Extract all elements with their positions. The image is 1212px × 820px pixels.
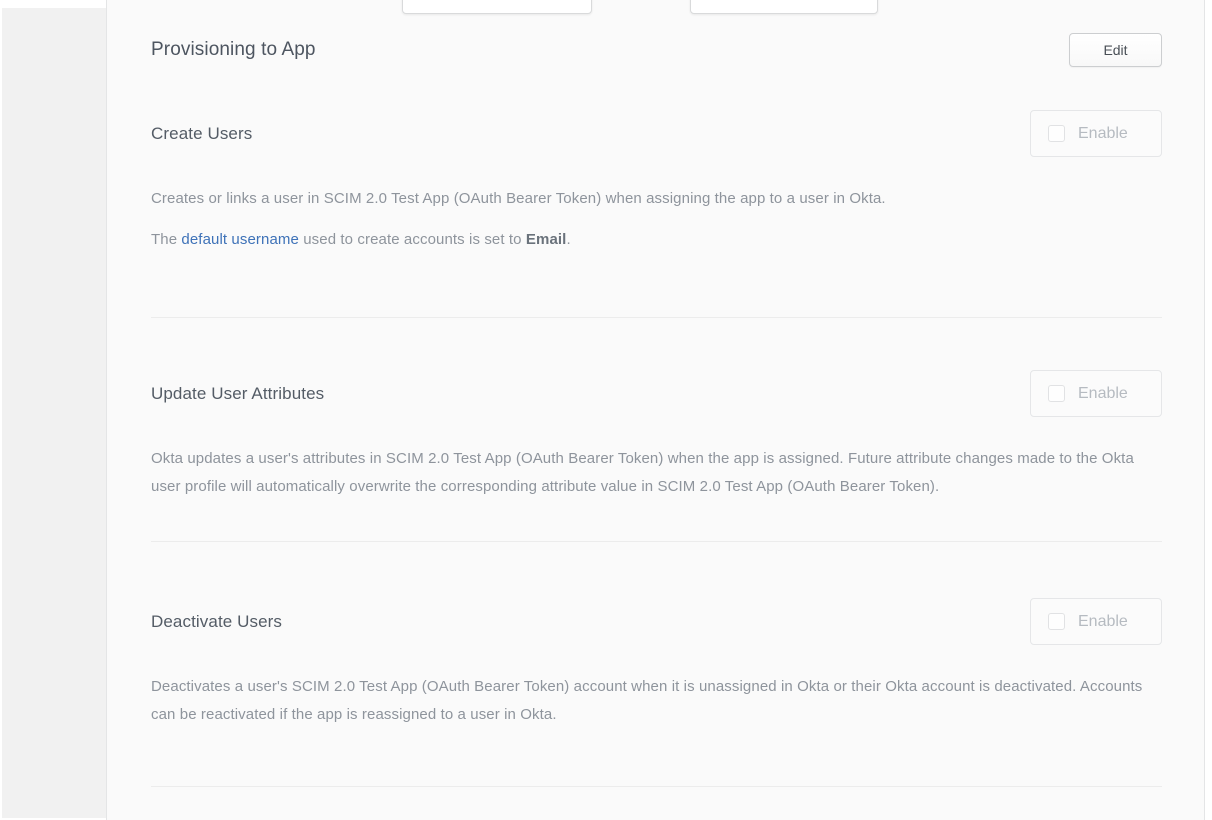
- deactivate-users-enable-checkbox[interactable]: [1048, 613, 1065, 630]
- deactivate-users-description: Deactivates a user's SCIM 2.0 Test App (…: [151, 673, 1161, 729]
- section-deactivate-users: Deactivate Users Enable Deactivates a us…: [151, 598, 1162, 787]
- partial-field-right[interactable]: [690, 0, 878, 14]
- update-attributes-description: Okta updates a user's attributes in SCIM…: [151, 445, 1161, 501]
- provisioning-panel: Provisioning to App Edit Create Users En…: [106, 0, 1205, 820]
- left-sidebar: [2, 8, 106, 818]
- update-attributes-enable-checkbox[interactable]: [1048, 385, 1065, 402]
- enable-label: Enable: [1078, 385, 1128, 403]
- create-users-title: Create Users: [151, 124, 252, 144]
- section-create-users: Create Users Enable Creates or links a u…: [151, 110, 1162, 318]
- section-update-user-attributes: Update User Attributes Enable Okta updat…: [151, 370, 1162, 542]
- deactivate-users-enable-button[interactable]: Enable: [1030, 598, 1162, 645]
- deactivate-users-title: Deactivate Users: [151, 612, 282, 632]
- note-email-value: Email: [526, 231, 567, 248]
- create-users-enable-button[interactable]: Enable: [1030, 110, 1162, 157]
- section-divider: [151, 541, 1162, 542]
- page: Provisioning to App Edit Create Users En…: [0, 0, 1212, 820]
- section-divider: [151, 317, 1162, 318]
- create-users-row: Create Users Enable: [151, 110, 1162, 157]
- partial-field-left[interactable]: [402, 0, 592, 14]
- note-text-suffix: .: [566, 231, 570, 248]
- panel-content: Provisioning to App Edit Create Users En…: [107, 33, 1204, 787]
- note-text-middle: used to create accounts is set to: [299, 231, 526, 248]
- section-divider: [151, 786, 1162, 787]
- note-text-prefix: The: [151, 231, 181, 248]
- edit-button[interactable]: Edit: [1069, 33, 1162, 67]
- update-attributes-row: Update User Attributes Enable: [151, 370, 1162, 417]
- provisioning-header-row: Provisioning to App Edit: [151, 33, 1162, 67]
- enable-label: Enable: [1078, 125, 1128, 143]
- update-attributes-title: Update User Attributes: [151, 384, 324, 404]
- default-username-note: The default username used to create acco…: [151, 226, 1161, 254]
- deactivate-users-row: Deactivate Users Enable: [151, 598, 1162, 645]
- create-users-enable-checkbox[interactable]: [1048, 125, 1065, 142]
- page-title: Provisioning to App: [151, 39, 316, 61]
- update-attributes-enable-button[interactable]: Enable: [1030, 370, 1162, 417]
- enable-label: Enable: [1078, 613, 1128, 631]
- default-username-link[interactable]: default username: [181, 231, 299, 248]
- create-users-description: Creates or links a user in SCIM 2.0 Test…: [151, 185, 1161, 213]
